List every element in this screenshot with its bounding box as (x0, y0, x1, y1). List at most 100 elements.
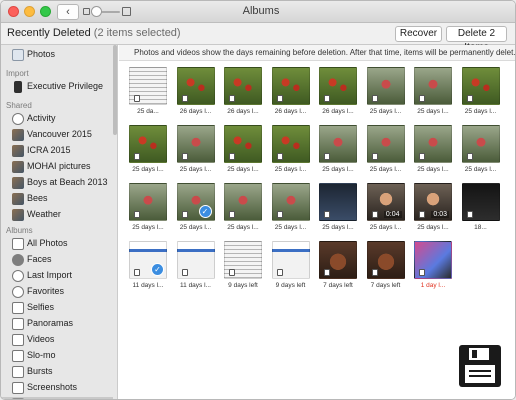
sidebar-section-shared: Shared (6, 101, 32, 110)
photo-item[interactable]: ✓ 25 days l... (173, 181, 217, 237)
photo-item[interactable]: 25 days l... (125, 123, 169, 179)
photo-thumbnail[interactable] (319, 67, 357, 105)
sidebar-item-shared[interactable]: MOHAI pictures (1, 160, 113, 174)
photo-thumbnail[interactable] (176, 67, 215, 105)
photo-thumbnail[interactable] (461, 67, 500, 105)
photo-thumbnail[interactable] (414, 241, 452, 279)
photo-item[interactable]: 7 days left (363, 239, 407, 295)
photo-item[interactable]: 9 days left (220, 239, 264, 295)
photo-item[interactable]: 25 da... (125, 65, 169, 121)
photo-thumbnail[interactable]: 0:04 (366, 183, 405, 221)
photo-item[interactable]: 25 days l... (173, 123, 217, 179)
close-window-button[interactable] (8, 6, 19, 17)
recover-button[interactable]: Recover (395, 26, 442, 42)
photo-item[interactable]: 25 days l... (315, 123, 359, 179)
sidebar-item-album[interactable]: Favorites (1, 285, 113, 299)
sidebar-item-album[interactable]: Slo-mo (1, 349, 113, 363)
zoom-window-button[interactable] (40, 6, 51, 17)
sidebar-item-album[interactable]: Screenshots (1, 381, 113, 395)
zoom-slider-knob[interactable] (91, 6, 102, 17)
photo-thumbnail[interactable] (129, 67, 167, 105)
sidebar-item-shared[interactable]: Boys at Beach 2013 (1, 176, 113, 190)
photo-thumbnail[interactable] (366, 241, 405, 279)
photo-item[interactable]: 25 days l... (458, 65, 502, 121)
photo-item[interactable]: 9 days left (268, 239, 312, 295)
window-title: Albums (242, 5, 280, 17)
photo-thumbnail[interactable] (224, 125, 262, 163)
photo-thumbnail[interactable]: 0:03 (414, 183, 452, 221)
minimize-window-button[interactable] (24, 6, 35, 17)
sidebar-item-shared[interactable]: Activity (1, 112, 113, 126)
photo-item[interactable]: 25 days l... (410, 123, 454, 179)
photo-thumbnail[interactable] (224, 241, 262, 279)
photo-item[interactable]: ✓ 11 days l... (125, 239, 169, 295)
photo-item[interactable]: 26 days l... (268, 65, 312, 121)
photo-item[interactable]: 0:04 25 days l... (363, 181, 407, 237)
photo-thumbnail[interactable] (176, 241, 215, 279)
sidebar-item-shared[interactable]: ICRA 2015 (1, 144, 113, 158)
photo-thumbnail[interactable] (271, 125, 310, 163)
photo-thumbnail[interactable] (129, 183, 167, 221)
sidebar-item-album[interactable]: Faces (1, 253, 113, 267)
delete-items-button[interactable]: Delete 2 Items (446, 26, 507, 53)
photo-thumbnail[interactable] (176, 125, 215, 163)
photo-thumbnail[interactable] (366, 67, 405, 105)
photo-thumbnail[interactable] (461, 125, 500, 163)
photo-item[interactable]: 26 days l... (315, 65, 359, 121)
sidebar-item-photos[interactable]: Photos (1, 48, 113, 62)
photo-thumbnail[interactable] (414, 125, 452, 163)
photo-thumbnail[interactable] (271, 67, 310, 105)
sidebar-item-shared[interactable]: Vancouver 2015 (1, 128, 113, 142)
photo-item[interactable]: 25 days l... (220, 123, 264, 179)
photo-item[interactable]: 18... (458, 181, 502, 237)
sidebar-item-label: Photos (27, 49, 56, 59)
photo-thumbnail[interactable]: ✓ (176, 183, 215, 221)
photo-item[interactable]: 25 days l... (410, 65, 454, 121)
back-button[interactable]: ‹ (57, 4, 79, 20)
sidebar-item-album[interactable]: Bursts (1, 365, 113, 379)
photo-item[interactable]: 11 days l... (173, 239, 217, 295)
photo-thumbnail[interactable]: ✓ (129, 241, 167, 279)
photo-thumbnail[interactable] (414, 67, 452, 105)
sidebar-item-album[interactable]: Panoramas (1, 317, 113, 331)
photo-thumbnail[interactable] (461, 183, 500, 221)
photo-item[interactable]: 25 days l... (220, 181, 264, 237)
trash-icon (419, 269, 425, 276)
trash-icon (134, 269, 140, 276)
photo-item[interactable]: 25 days l... (125, 181, 169, 237)
photo-thumbnail[interactable] (129, 125, 167, 163)
trash-icon (229, 153, 235, 160)
sidebar-item-album[interactable]: All Photos (1, 237, 113, 251)
photo-item[interactable]: 0:03 25 days l... (410, 181, 454, 237)
photo-item[interactable]: 26 days l... (173, 65, 217, 121)
checkmark-icon: ✓ (198, 205, 212, 218)
photo-thumbnail[interactable] (271, 241, 310, 279)
photo-thumbnail[interactable] (366, 125, 405, 163)
sidebar-item-shared[interactable]: Weather (1, 208, 113, 222)
sidebar-scrollbar[interactable] (113, 45, 117, 135)
photo-item[interactable]: 25 days l... (268, 123, 312, 179)
sidebar-item-album[interactable]: Videos (1, 333, 113, 347)
photo-item[interactable]: 26 days l... (220, 65, 264, 121)
photo-item[interactable]: 7 days left (315, 239, 359, 295)
sidebar-item-shared[interactable]: Bees (1, 192, 113, 206)
sidebar-item-label: Vancouver 2015 (27, 129, 92, 139)
sidebar-item-album[interactable]: Last Import (1, 269, 113, 283)
photo-item[interactable]: 25 days l... (363, 123, 407, 179)
photo-item[interactable]: 25 days l... (268, 181, 312, 237)
photo-thumbnail[interactable] (224, 183, 262, 221)
photo-thumbnail[interactable] (319, 241, 357, 279)
photo-thumbnail[interactable] (271, 183, 310, 221)
sq-icon (12, 382, 24, 394)
sq-icon (12, 238, 24, 250)
trash-icon (324, 95, 330, 102)
photo-thumbnail[interactable] (224, 67, 262, 105)
photo-thumbnail[interactable] (319, 125, 357, 163)
photo-item[interactable]: 25 days l... (363, 65, 407, 121)
photo-item[interactable]: 25 days l... (315, 181, 359, 237)
sidebar-item-album[interactable]: Selfies (1, 301, 113, 315)
sidebar-item-import-device[interactable]: Executive Privilege (1, 80, 113, 94)
photo-item[interactable]: 1 day l... (410, 239, 454, 295)
photo-thumbnail[interactable] (319, 183, 357, 221)
photo-item[interactable]: 25 days l... (458, 123, 502, 179)
